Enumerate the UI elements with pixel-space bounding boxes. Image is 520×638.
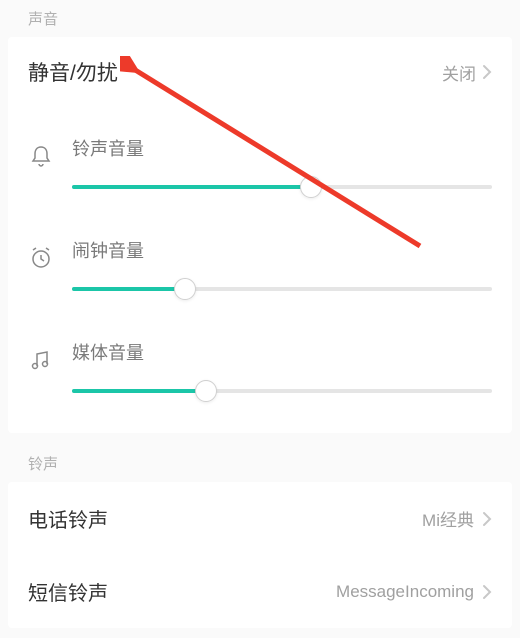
phone-ringtone-value: Mi经典 bbox=[422, 506, 474, 531]
phone-ringtone-value-wrap: Mi经典 bbox=[422, 506, 492, 531]
section-header-sound: 声音 bbox=[0, 0, 520, 37]
sound-card: 静音/勿扰 关闭 铃声音量 bbox=[8, 37, 512, 433]
alarm-clock-icon bbox=[28, 245, 54, 271]
slider-fill bbox=[72, 185, 311, 189]
silent-dnd-value: 关闭 bbox=[442, 60, 476, 85]
ringtone-card: 电话铃声 Mi经典 短信铃声 MessageIncoming bbox=[8, 482, 512, 628]
silent-dnd-row[interactable]: 静音/勿扰 关闭 bbox=[8, 37, 512, 107]
chevron-right-icon bbox=[482, 511, 492, 527]
sms-ringtone-title: 短信铃声 bbox=[28, 577, 108, 606]
slider-thumb[interactable] bbox=[174, 278, 196, 300]
slider-fill bbox=[72, 287, 185, 291]
ringtone-volume-label: 铃声音量 bbox=[72, 135, 492, 161]
ringtone-volume-slider[interactable] bbox=[72, 175, 492, 199]
chevron-right-icon bbox=[482, 64, 492, 80]
alarm-volume-label: 闹钟音量 bbox=[72, 237, 492, 263]
slider-thumb[interactable] bbox=[195, 380, 217, 402]
music-note-icon bbox=[28, 347, 54, 373]
media-volume-slider[interactable] bbox=[72, 379, 492, 403]
slider-fill bbox=[72, 389, 206, 393]
media-volume-label: 媒体音量 bbox=[72, 339, 492, 365]
media-volume-row: 媒体音量 bbox=[8, 311, 512, 433]
sms-ringtone-value-wrap: MessageIncoming bbox=[336, 582, 492, 602]
chevron-right-icon bbox=[482, 584, 492, 600]
silent-dnd-value-wrap: 关闭 bbox=[442, 60, 492, 85]
section-gap bbox=[0, 433, 520, 445]
section-header-sound-label: 声音 bbox=[28, 11, 58, 28]
alarm-volume-body: 闹钟音量 bbox=[72, 237, 492, 301]
bell-icon bbox=[28, 143, 54, 169]
ringtone-volume-body: 铃声音量 bbox=[72, 135, 492, 199]
phone-ringtone-row[interactable]: 电话铃声 Mi经典 bbox=[8, 482, 512, 555]
sms-ringtone-row[interactable]: 短信铃声 MessageIncoming bbox=[8, 555, 512, 628]
alarm-volume-row: 闹钟音量 bbox=[8, 209, 512, 311]
phone-ringtone-title: 电话铃声 bbox=[28, 504, 108, 533]
section-header-ringtone-label: 铃声 bbox=[28, 456, 58, 473]
alarm-volume-slider[interactable] bbox=[72, 277, 492, 301]
sms-ringtone-value: MessageIncoming bbox=[336, 582, 474, 602]
silent-dnd-title: 静音/勿扰 bbox=[28, 57, 118, 87]
slider-thumb[interactable] bbox=[300, 176, 322, 198]
ringtone-volume-row: 铃声音量 bbox=[8, 107, 512, 209]
section-header-ringtone: 铃声 bbox=[0, 445, 520, 482]
media-volume-body: 媒体音量 bbox=[72, 339, 492, 403]
